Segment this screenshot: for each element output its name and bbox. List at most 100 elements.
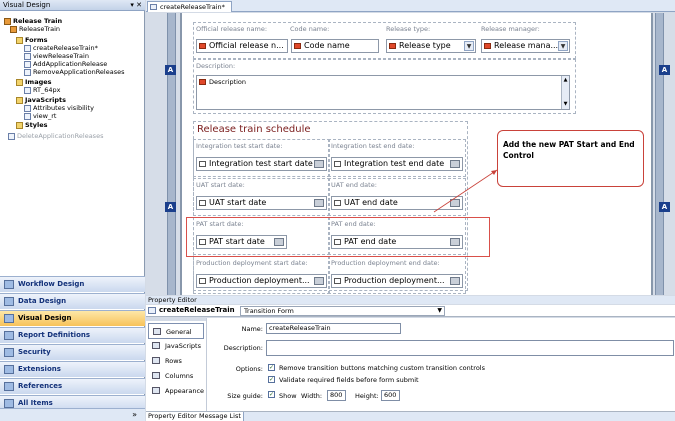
schedule-title: Release train schedule xyxy=(197,124,311,135)
tree-item[interactable]: viewReleaseTrain xyxy=(24,52,89,60)
field-icon xyxy=(199,79,206,85)
tree-item[interactable]: RemoveApplicationReleases xyxy=(24,68,124,76)
field-icon xyxy=(484,43,491,49)
height-input[interactable]: 600 xyxy=(381,390,400,401)
tree-item[interactable]: createReleaseTrain* xyxy=(24,44,98,52)
javascripts-icon xyxy=(152,342,160,349)
tab-create-release-train[interactable]: createReleaseTrain* xyxy=(147,1,232,12)
chevron-down-icon[interactable]: ▼ xyxy=(464,41,474,51)
chevron-down-icon[interactable]: ▼ xyxy=(558,41,568,51)
date-picker-icon[interactable] xyxy=(450,277,460,285)
tab-javascripts[interactable]: JavaScripts xyxy=(148,338,204,354)
tree-item[interactable]: Images xyxy=(16,78,52,86)
description-value: Description xyxy=(209,78,247,86)
form-icon xyxy=(24,52,31,60)
tab-rows[interactable]: Rows xyxy=(148,353,204,369)
tree-item-label: RT_64px xyxy=(33,86,61,94)
tab-general[interactable]: General xyxy=(148,323,204,339)
chevron-down-icon[interactable]: ▼ xyxy=(437,307,442,315)
panel-title-text: Visual Design xyxy=(3,1,51,9)
validate-required-fields-checkbox[interactable]: ✓ xyxy=(268,376,275,383)
show-size-guide-checkbox[interactable]: ✓ xyxy=(268,391,275,398)
release-type-dropdown[interactable]: Release type ▼ xyxy=(386,39,476,53)
anchor-marker[interactable]: A xyxy=(165,202,176,212)
tab-appearance[interactable]: Appearance xyxy=(148,383,204,399)
nav-workflow-button[interactable]: Workflow Design xyxy=(0,276,145,292)
form-icon xyxy=(24,60,31,68)
nav-security-button[interactable]: Security xyxy=(0,344,145,360)
date-picker-icon[interactable] xyxy=(314,160,324,168)
nav-label: Security xyxy=(18,348,51,356)
general-icon xyxy=(153,328,161,335)
panel-pin-close-buttons[interactable]: ▾ ✕ xyxy=(130,0,142,11)
calendar-icon xyxy=(199,200,206,206)
start-date-label: Integration test start date: xyxy=(196,142,283,150)
tab-columns[interactable]: Columns xyxy=(148,368,204,384)
tree-item[interactable]: Release Train xyxy=(4,17,62,25)
release-manager-dropdown[interactable]: Release mana... ▼ xyxy=(481,39,570,53)
start-date-field[interactable]: Integration test start date xyxy=(196,157,327,171)
bottom-tab[interactable]: Message List xyxy=(197,412,244,421)
tree-item[interactable]: view_rt xyxy=(24,112,56,120)
anchor-marker[interactable]: A xyxy=(165,65,176,75)
tree-item[interactable]: DeleteApplicationReleases xyxy=(8,132,103,140)
object-type-select[interactable]: Transition Form ▼ xyxy=(240,306,445,316)
folder-icon xyxy=(16,121,23,129)
name-input[interactable]: createReleaseTrain xyxy=(266,323,401,334)
official-release-name-field[interactable]: Official release n... xyxy=(196,39,288,53)
expand-nav-icon[interactable]: » xyxy=(132,410,137,419)
tree-item[interactable]: AddApplicationRelease xyxy=(24,60,107,68)
property-tabs: General JavaScripts Rows Columns Appearance xyxy=(146,321,206,411)
nav-data-button[interactable]: Data Design xyxy=(0,293,145,309)
tree-item[interactable]: Attributes visibility xyxy=(24,104,94,112)
data-icon xyxy=(4,297,14,306)
date-picker-icon[interactable] xyxy=(450,199,460,207)
date-picker-icon[interactable] xyxy=(314,199,324,207)
nav-label: Visual Design xyxy=(18,314,72,322)
date-picker-icon[interactable] xyxy=(314,277,324,285)
start-date-field[interactable]: UAT start date xyxy=(196,196,327,210)
end-date-field[interactable]: Production deployment... xyxy=(331,274,463,288)
scrollbar[interactable]: ▲ ▼ xyxy=(561,76,569,109)
form-icon xyxy=(150,4,157,10)
nav-references-button[interactable]: References xyxy=(0,378,145,394)
description-field[interactable]: Description ▲ ▼ xyxy=(196,75,570,110)
tree-item[interactable]: JavaScripts xyxy=(16,96,66,104)
anchor-marker[interactable]: A xyxy=(659,65,670,75)
option2-label: Validate required fields before form sub… xyxy=(279,376,419,384)
show-label: Show xyxy=(279,392,297,400)
remove-transition-buttons-checkbox[interactable]: ✓ xyxy=(268,364,275,371)
tree-item[interactable]: Forms xyxy=(16,36,48,44)
date-picker-icon[interactable] xyxy=(450,160,460,168)
anchor-marker[interactable]: A xyxy=(659,202,670,212)
end-date-field[interactable]: Integration test end date xyxy=(331,157,463,171)
nav-extensions-button[interactable]: Extensions xyxy=(0,361,145,377)
end-date-field[interactable]: UAT end date xyxy=(331,196,463,210)
tree-item[interactable]: ReleaseTrain xyxy=(10,25,60,33)
code-name-field[interactable]: Code name xyxy=(291,39,379,53)
nav-visual-design-button[interactable]: Visual Design xyxy=(0,310,145,326)
bottom-tab[interactable]: Property Editor xyxy=(146,412,200,421)
release-manager-value: Release mana... xyxy=(494,41,559,50)
tree-item-label: AddApplicationRelease xyxy=(33,60,108,68)
calendar-icon xyxy=(199,161,206,167)
tree-item[interactable]: RT_64px xyxy=(24,86,61,94)
security-icon xyxy=(4,348,14,357)
calendar-icon xyxy=(334,200,341,206)
options-label: Options: xyxy=(235,365,263,373)
release-type-label: Release type: xyxy=(386,25,431,33)
nav-report-button[interactable]: Report Definitions xyxy=(0,327,145,343)
tree-item-label: Attributes visibility xyxy=(33,104,94,112)
start-date-field[interactable]: Production deployment... xyxy=(196,274,327,288)
panel-title: Visual Design ▾ ✕ xyxy=(0,0,145,11)
date-field-value: Production deployment... xyxy=(209,276,310,285)
description-input[interactable] xyxy=(266,340,674,356)
form-icon xyxy=(148,307,156,314)
tree-item-label: Forms xyxy=(25,36,48,44)
tree-item[interactable]: Styles xyxy=(16,121,48,129)
size-guide-label: Size guide: xyxy=(227,392,263,400)
width-input[interactable]: 800 xyxy=(327,390,346,401)
tab-label: Columns xyxy=(165,372,194,380)
tab-label: General xyxy=(166,328,192,336)
release-manager-label: Release manager: xyxy=(481,25,540,33)
